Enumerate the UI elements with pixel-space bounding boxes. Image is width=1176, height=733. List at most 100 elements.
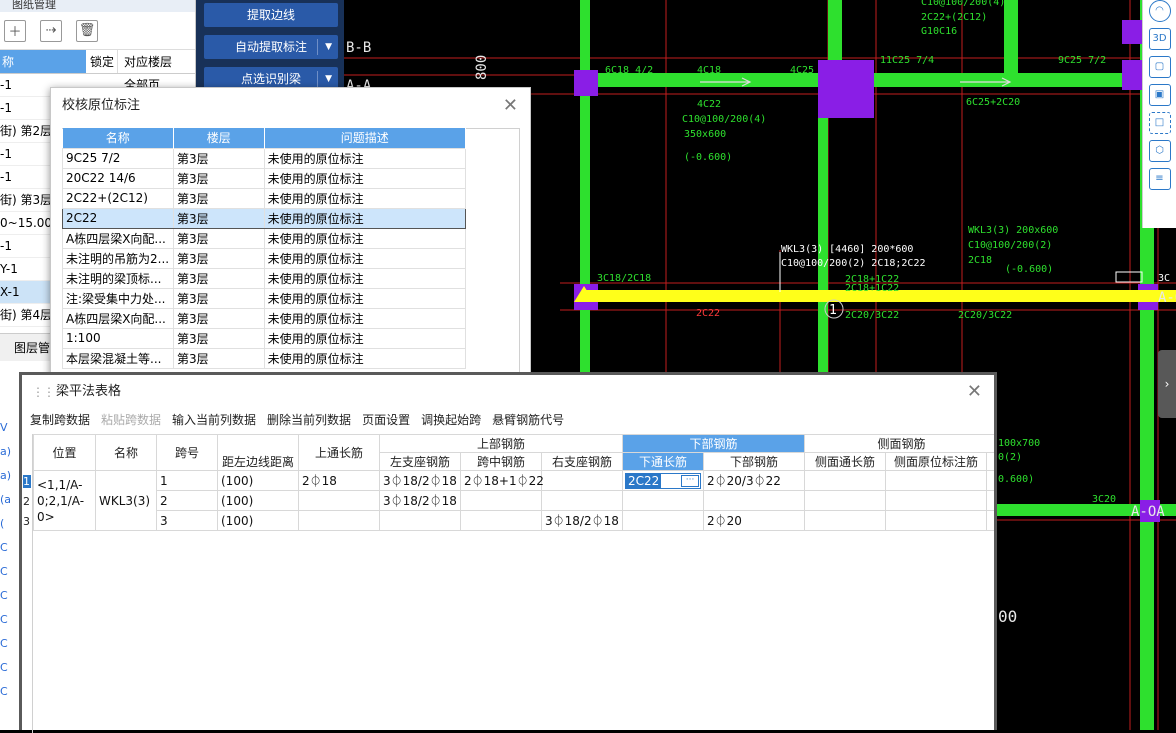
cell-mid[interactable] [460, 510, 542, 531]
table-row[interactable]: A栋四层梁X向配... 第3层 未使用的原位标注 [62, 307, 467, 329]
table-row[interactable]: 2C22 第3层 未使用的原位标注 [62, 207, 467, 229]
header-floor[interactable]: 对应楼层 [118, 50, 195, 73]
extract-edge-button[interactable]: 提取边线 [204, 3, 338, 27]
cell-mid[interactable] [460, 490, 542, 511]
menu-item[interactable]: 粘贴跨数据 [101, 409, 161, 433]
close-icon[interactable]: ✕ [967, 375, 982, 409]
list-item[interactable]: C [0, 632, 20, 656]
cell-side-orig[interactable] [885, 490, 988, 511]
list-item[interactable]: C [0, 584, 20, 608]
header-name[interactable]: 名称 [62, 128, 174, 148]
header-side-orig[interactable]: 侧面原位标注筋 [885, 452, 988, 471]
cell-side-long[interactable] [804, 510, 887, 531]
cell-span[interactable]: 1 [156, 470, 218, 491]
view-settings-icon[interactable]: ≡ [1148, 168, 1171, 190]
header-name[interactable]: 名称 [95, 434, 157, 471]
view-sphere-icon[interactable]: ◠ [1148, 0, 1171, 22]
header-top-group[interactable]: 上部钢筋 [378, 434, 624, 453]
cell-side-long[interactable] [804, 470, 887, 491]
header-right-seat[interactable]: 右支座钢筋 [540, 452, 624, 471]
list-item[interactable]: C [0, 608, 20, 632]
table-row[interactable]: 注:梁受集中力处... 第3层 未使用的原位标注 [62, 287, 467, 309]
list-item[interactable]: C [0, 680, 20, 704]
view-3d-icon[interactable]: 3D [1148, 28, 1171, 50]
row-number[interactable]: 3 [23, 515, 30, 528]
cell-position[interactable]: <1,1/A-0;2,1/A-0> [33, 470, 96, 531]
cell-left-seat[interactable]: 3⏀18/2⏀18 [379, 490, 461, 511]
header-floor[interactable]: 楼层 [173, 128, 265, 148]
cell-dist[interactable]: (100) [217, 470, 299, 491]
cell-mid[interactable]: 2⏀18+1⏀22 [460, 470, 544, 491]
table-row[interactable]: 本层梁混凝土等... 第3层 未使用的原位标注 [62, 347, 467, 369]
table-row[interactable]: A栋四层梁X向配... 第3层 未使用的原位标注 [62, 227, 467, 249]
add-drawing-icon[interactable]: ＋ [4, 19, 26, 42]
header-bottom-long[interactable]: 下通长筋 [622, 452, 705, 471]
more-options-icon[interactable]: ··· [681, 474, 700, 487]
cell-top-long[interactable] [298, 510, 380, 531]
fit-view-icon[interactable]: □ [1148, 112, 1171, 134]
cell-bottom-bar[interactable] [703, 490, 806, 511]
editor-value[interactable]: 2C22 [626, 473, 662, 488]
cell-side-orig[interactable] [885, 470, 988, 491]
header-span[interactable]: 跨号 [156, 434, 218, 471]
cell-right-seat[interactable] [540, 490, 624, 511]
cell-left-seat[interactable]: 3⏀18/2⏀18 [379, 470, 461, 491]
cell-span[interactable]: 3 [156, 510, 218, 531]
delete-icon[interactable]: 🗑 [76, 19, 98, 42]
list-item[interactable]: C [0, 560, 20, 584]
cell-bottom-long[interactable]: 2C22 ··· [622, 470, 705, 491]
header-mid[interactable]: 跨中钢筋 [460, 452, 542, 471]
expand-panel-tab[interactable]: › [1158, 350, 1176, 418]
table-row[interactable]: 1:100 第3层 未使用的原位标注 [62, 327, 467, 349]
table-row[interactable]: 未注明的梁顶标... 第3层 未使用的原位标注 [62, 267, 467, 289]
cell-dist[interactable]: (100) [217, 490, 299, 511]
cell-span[interactable]: 2 [156, 490, 218, 511]
table-row[interactable]: 3 (100) 3⏀18/2⏀18 2⏀20 [34, 510, 994, 531]
row-number[interactable]: 2 [23, 495, 30, 508]
list-item[interactable]: a) [0, 464, 20, 488]
dropdown-arrow-icon[interactable]: ▼ [325, 35, 332, 59]
cell-bottom-bar[interactable]: 2⏀20/3⏀22 [703, 470, 806, 491]
cell-bottom-long[interactable] [622, 490, 705, 511]
row-number[interactable]: 1 [23, 475, 31, 488]
cell-top-long[interactable]: 2⏀18 [298, 470, 380, 491]
table-row[interactable]: <1,1/A-0;2,1/A-0> WKL3(3) 1 (100) 2⏀18 3⏀18/2… [33, 470, 994, 531]
cell-right-seat[interactable]: 3⏀18/2⏀18 [540, 510, 624, 531]
cell-right-seat[interactable] [540, 470, 624, 491]
table-row[interactable]: 2C22+(2C12) 第3层 未使用的原位标注 [62, 187, 467, 209]
list-item[interactable]: C [0, 656, 20, 680]
table-row[interactable]: 2 (100) 3⏀18/2⏀18 [34, 490, 994, 511]
header-side-long[interactable]: 侧面通长筋 [804, 452, 887, 471]
list-item[interactable]: a) [0, 440, 20, 464]
table-row[interactable]: 9C25 7/2 第3层 未使用的原位标注 [62, 147, 467, 169]
header-dist[interactable]: 距左边线距离 [217, 434, 299, 471]
cube-solid-icon[interactable]: ▣ [1148, 84, 1171, 106]
list-item[interactable]: V [0, 416, 20, 440]
list-item[interactable]: (a [0, 488, 20, 512]
box-view-icon[interactable]: ⬡ [1148, 140, 1171, 162]
cell-dist[interactable]: (100) [217, 510, 299, 531]
cell-left-seat[interactable] [379, 510, 461, 531]
menu-item[interactable]: 页面设置 [362, 409, 410, 433]
header-lock[interactable]: 锁定 [86, 50, 118, 73]
menu-item[interactable]: 复制跨数据 [30, 409, 90, 433]
cube-icon[interactable]: ▢ [1148, 56, 1171, 78]
list-item[interactable]: C [0, 536, 20, 560]
menu-item[interactable]: 悬臂钢筋代号 [492, 409, 564, 433]
header-bottom-bar[interactable]: 下部钢筋 [703, 452, 806, 471]
header-bottom-group[interactable]: 下部钢筋 [622, 434, 806, 453]
cell-name[interactable]: WKL3(3) [95, 470, 157, 531]
cell-top-long[interactable] [298, 490, 380, 511]
cell-side-orig[interactable] [885, 510, 988, 531]
header-position[interactable]: 位置 [33, 434, 96, 471]
close-icon[interactable]: ✕ [503, 88, 518, 124]
cell-bottom-bar[interactable]: 2⏀20 [703, 510, 806, 531]
header-name[interactable]: 称 [0, 50, 86, 73]
split-drawing-icon[interactable]: ⇢ [40, 19, 62, 42]
cell-editor-input[interactable]: 2C22 ··· [625, 472, 702, 489]
header-left-seat[interactable]: 左支座钢筋 [379, 452, 461, 471]
header-side-group[interactable]: 侧面钢筋 [804, 434, 994, 453]
table-row[interactable]: 20C22 14/6 第3层 未使用的原位标注 [62, 167, 467, 189]
menu-item[interactable]: 调换起始跨 [421, 409, 481, 433]
cell-bottom-long[interactable] [622, 510, 705, 531]
